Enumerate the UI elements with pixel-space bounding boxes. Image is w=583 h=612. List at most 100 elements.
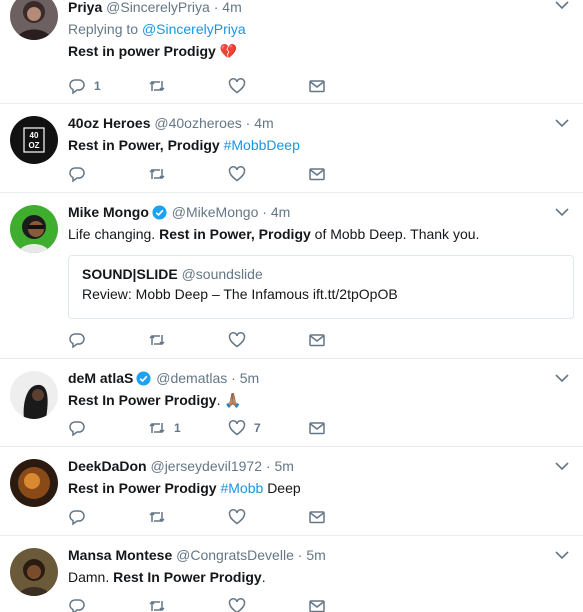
author-handle[interactable]: @CongratsDevelle	[176, 547, 294, 563]
tweet-header: DeekDaDon @jerseydevil1972 · 5m	[68, 457, 543, 477]
tweet-text-post: Deep	[267, 480, 301, 496]
like-button[interactable]: 7	[228, 418, 261, 438]
separator: ·	[231, 370, 236, 386]
timestamp[interactable]: 5m	[306, 547, 325, 563]
retweet-button[interactable]	[148, 330, 174, 350]
envelope-icon	[309, 600, 325, 612]
quoted-tweet-header: SOUND|SLIDE @soundslide	[82, 264, 560, 284]
author-handle[interactable]: @jerseydevil1972	[150, 458, 262, 474]
tweet-header: Priya @SincerelyPriya · 4m	[68, 0, 543, 18]
reply-button[interactable]	[68, 164, 94, 184]
chevron-down-icon[interactable]	[555, 373, 569, 383]
reply-button[interactable]	[68, 418, 94, 438]
timestamp[interactable]: 5m	[274, 458, 293, 474]
reply-prefix: Replying to	[68, 21, 139, 37]
tweet[interactable]: deM atlaS @dematlas · 5m Rest In Power P…	[0, 359, 583, 447]
avatar[interactable]	[10, 0, 58, 40]
avatar[interactable]	[10, 459, 58, 507]
separator: ·	[213, 0, 219, 15]
tweet[interactable]: 40 OZ 40oz Heroes @40ozheroes · 4m Rest i…	[0, 104, 583, 193]
tweet-header: Mike Mongo @MikeMongo · 4m	[68, 203, 543, 223]
author-name[interactable]: Priya	[68, 0, 102, 15]
like-button[interactable]	[228, 76, 254, 96]
author-name[interactable]: deM atlaS	[68, 370, 133, 386]
tweet[interactable]: Mansa Montese @CongratsDevelle · 5m Damn…	[0, 536, 583, 612]
retweet-button[interactable]	[148, 164, 174, 184]
author-name[interactable]: 40oz Heroes	[68, 115, 150, 131]
avatar[interactable]	[10, 205, 58, 253]
tweet-text-bold: Rest In Power Prodigy	[68, 392, 217, 408]
direct-message-button[interactable]	[308, 330, 326, 350]
tweet-text-bold: Rest in Power Prodigy	[68, 480, 217, 496]
reply-button[interactable]: 1	[68, 76, 101, 96]
tweet-actions: 1 7	[68, 418, 338, 438]
author-handle[interactable]: @MikeMongo	[172, 204, 259, 220]
like-button[interactable]	[228, 164, 254, 184]
tweet[interactable]: Priya @SincerelyPriya · 4m Replying to @…	[0, 0, 583, 104]
timestamp[interactable]: 4m	[271, 204, 290, 220]
tweet[interactable]: DeekDaDon @jerseydevil1972 · 5m Rest in …	[0, 447, 583, 536]
author-name[interactable]: Mike Mongo	[68, 204, 149, 220]
tweet-text-bold: Rest In Power Prodigy	[113, 569, 262, 585]
tweet-actions	[68, 596, 338, 612]
retweet-icon	[149, 80, 165, 92]
tweet[interactable]: Mike Mongo @MikeMongo · 4m Life changing…	[0, 193, 583, 359]
retweet-icon	[149, 168, 165, 180]
quoted-tweet-card[interactable]: SOUND|SLIDE @soundslide Review: Mobb Dee…	[68, 255, 574, 319]
reply-icon	[69, 333, 85, 349]
tweet-text: Rest in Power, Prodigy #MobbDeep	[68, 135, 543, 155]
reply-button[interactable]	[68, 596, 94, 612]
broken-heart-emoji: 💔	[219, 43, 238, 59]
heart-icon	[228, 78, 246, 94]
chevron-down-icon[interactable]	[555, 461, 569, 471]
reply-icon	[69, 599, 85, 612]
separator: ·	[245, 115, 251, 131]
author-handle[interactable]: @40ozheroes	[154, 115, 241, 131]
reply-button[interactable]	[68, 507, 94, 527]
author-handle[interactable]: @dematlas	[156, 370, 227, 386]
envelope-icon	[309, 334, 325, 347]
author-handle[interactable]: @SincerelyPriya	[106, 0, 210, 15]
reply-handle-link[interactable]: @SincerelyPriya	[142, 21, 246, 37]
direct-message-button[interactable]	[308, 507, 326, 527]
retweet-button[interactable]	[148, 76, 174, 96]
tweet-text-post: of Mobb Deep. Thank you.	[314, 226, 480, 242]
author-name[interactable]: Mansa Montese	[68, 547, 172, 563]
like-button[interactable]	[228, 596, 254, 612]
chevron-down-icon[interactable]	[555, 118, 569, 128]
like-button[interactable]	[228, 330, 254, 350]
chevron-down-icon[interactable]	[555, 550, 569, 560]
retweet-icon	[149, 422, 165, 434]
retweet-button[interactable]: 1	[148, 418, 181, 438]
avatar[interactable]: 40 OZ	[10, 116, 58, 164]
envelope-icon	[309, 80, 325, 93]
timestamp[interactable]: 4m	[254, 115, 273, 131]
verified-badge-icon	[136, 371, 151, 386]
reply-context: Replying to @SincerelyPriya	[68, 20, 543, 38]
tweet-text-pre: Life changing.	[68, 226, 156, 242]
tweet-actions	[68, 164, 338, 184]
quoted-author-name: SOUND|SLIDE	[82, 266, 178, 282]
direct-message-button[interactable]	[308, 418, 326, 438]
envelope-icon	[309, 511, 325, 524]
direct-message-button[interactable]	[308, 76, 326, 96]
like-button[interactable]	[228, 507, 254, 527]
retweet-button[interactable]	[148, 507, 174, 527]
chevron-down-icon[interactable]	[555, 207, 569, 217]
heart-icon	[228, 332, 246, 348]
reply-icon	[69, 510, 85, 526]
timestamp[interactable]: 5m	[240, 370, 259, 386]
hashtag-link[interactable]: #Mobb	[220, 480, 263, 496]
author-name[interactable]: DeekDaDon	[68, 458, 147, 474]
svg-text:OZ: OZ	[28, 141, 39, 150]
avatar[interactable]	[10, 371, 58, 419]
hashtag-link[interactable]: #MobbDeep	[224, 137, 300, 153]
avatar[interactable]	[10, 548, 58, 596]
retweet-button[interactable]	[148, 596, 174, 612]
direct-message-button[interactable]	[308, 164, 326, 184]
reply-button[interactable]	[68, 330, 94, 350]
direct-message-button[interactable]	[308, 596, 326, 612]
tweet-text-pre: Damn.	[68, 569, 110, 585]
chevron-down-icon[interactable]	[555, 0, 569, 10]
timestamp[interactable]: 4m	[222, 0, 241, 15]
